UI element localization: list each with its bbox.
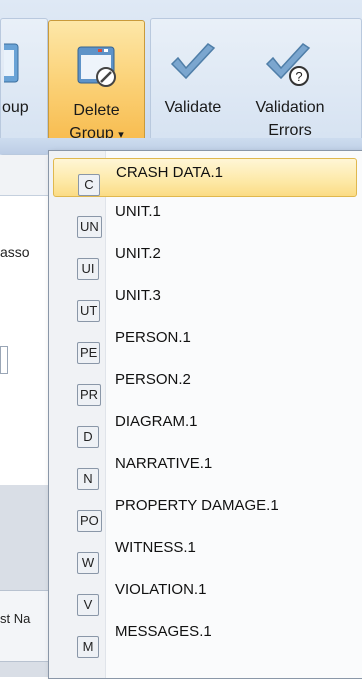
- background-input-edge: [0, 346, 8, 374]
- menu-item-label: MESSAGES.1: [115, 623, 212, 640]
- badge-icon: V: [77, 594, 99, 616]
- menu-item-person-1[interactable]: PE PERSON.1: [53, 327, 355, 364]
- menu-item-label: UNIT.3: [115, 287, 161, 304]
- checkmark-icon: [170, 43, 216, 80]
- menu-item-person-2[interactable]: PR PERSON.2: [53, 369, 355, 406]
- menu-item-crash-data[interactable]: C CRASH DATA.1: [53, 158, 357, 197]
- badge-icon: UI: [77, 258, 99, 280]
- svg-text:?: ?: [295, 69, 302, 84]
- menu-item-label: PERSON.2: [115, 371, 191, 388]
- validation-errors-label: Validation Errors: [235, 96, 345, 142]
- badge-icon: PR: [77, 384, 102, 406]
- badge-icon: PO: [77, 510, 102, 532]
- add-group-button[interactable]: oup: [0, 18, 46, 146]
- delete-group-menu: C CRASH DATA.1 UN UNIT.1 UI UNIT.2 UT UN…: [48, 150, 362, 679]
- menu-item-label: VIOLATION.1: [115, 581, 207, 598]
- menu-item-witness[interactable]: W WITNESS.1: [53, 537, 355, 574]
- badge-icon: C: [78, 174, 100, 196]
- validate-label: Validate: [164, 99, 222, 116]
- menu-item-unit-1[interactable]: UN UNIT.1: [53, 201, 355, 238]
- badge-icon: PE: [77, 342, 101, 364]
- menu-item-label: DIAGRAM.1: [115, 413, 198, 430]
- badge-icon: UT: [77, 300, 101, 322]
- ribbon: oup Delete Group ▾ Validate ? Validation…: [0, 0, 362, 156]
- menu-item-label: CRASH DATA.1: [116, 164, 223, 181]
- validate-button[interactable]: Validate: [153, 18, 233, 146]
- menu-item-label: UNIT.2: [115, 245, 161, 262]
- menu-item-violation[interactable]: V VIOLATION.1: [53, 579, 355, 616]
- menu-item-narrative[interactable]: N NARRATIVE.1: [53, 453, 355, 490]
- badge-icon: W: [77, 552, 99, 574]
- menu-item-label: NARRATIVE.1: [115, 455, 213, 472]
- menu-item-property-damage[interactable]: PO PROPERTY DAMAGE.1: [53, 495, 355, 532]
- checkmark-question-icon: ?: [265, 43, 311, 86]
- menu-item-unit-3[interactable]: UT UNIT.3: [53, 285, 355, 322]
- association-label-fragment: asso: [0, 244, 30, 260]
- badge-icon: M: [77, 636, 99, 658]
- validation-errors-line1: Validation: [255, 99, 325, 116]
- delete-group-icon: [77, 46, 116, 87]
- menu-item-diagram[interactable]: D DIAGRAM.1: [53, 411, 355, 448]
- validation-errors-button[interactable]: ? Validation Errors: [235, 18, 345, 146]
- menu-item-messages[interactable]: M MESSAGES.1: [53, 621, 355, 658]
- form-icon: [4, 43, 19, 83]
- delete-group-button[interactable]: Delete Group ▾: [48, 20, 145, 150]
- menu-item-label: UNIT.1: [115, 203, 161, 220]
- name-column-fragment: st Na: [0, 611, 31, 626]
- menu-item-label: WITNESS.1: [115, 539, 196, 556]
- menu-item-unit-2[interactable]: UI UNIT.2: [53, 243, 355, 280]
- menu-item-label: PROPERTY DAMAGE.1: [115, 497, 279, 514]
- add-group-label: oup: [2, 99, 29, 116]
- badge-icon: N: [77, 468, 99, 490]
- badge-icon: D: [77, 426, 99, 448]
- delete-group-line1: Delete: [73, 102, 120, 119]
- menu-item-label: PERSON.1: [115, 329, 191, 346]
- badge-icon: UN: [77, 216, 102, 238]
